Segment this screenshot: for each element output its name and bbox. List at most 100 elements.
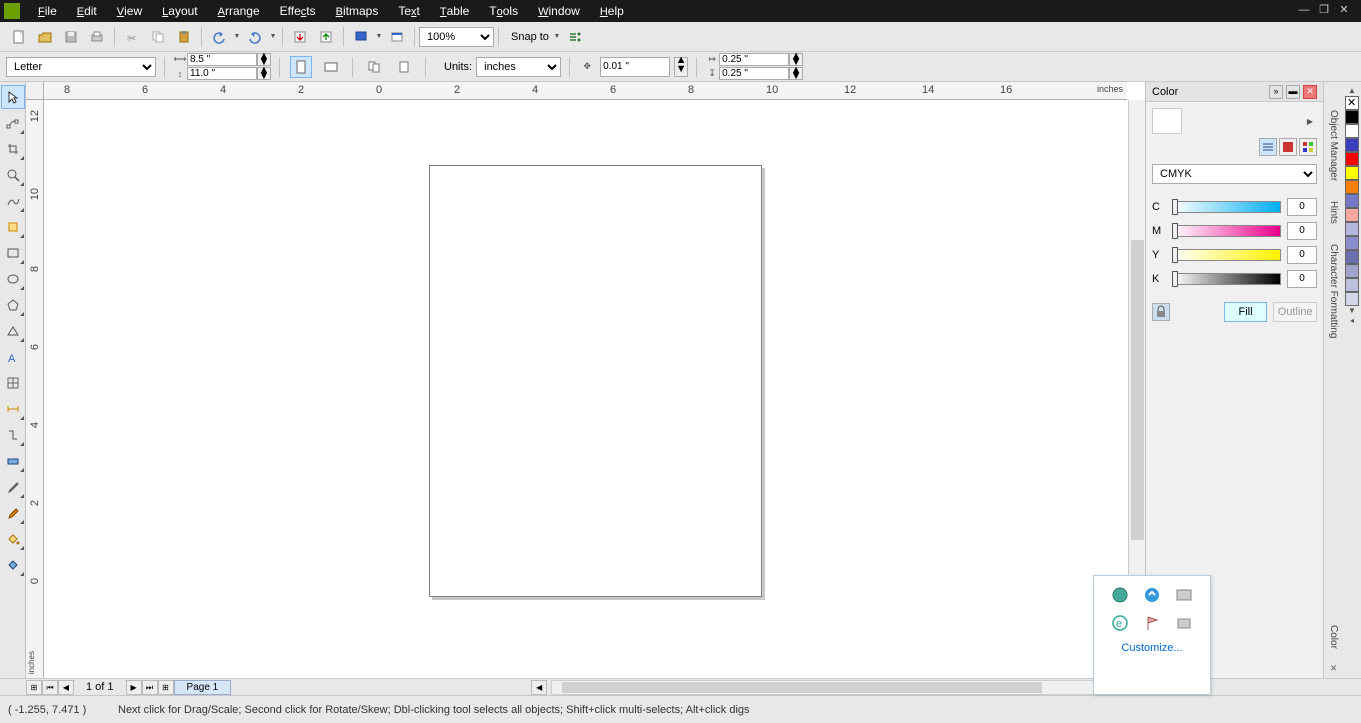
palette-swatch[interactable]	[1345, 250, 1359, 264]
smart-fill-tool-icon[interactable]	[1, 215, 25, 239]
save-icon[interactable]	[60, 26, 82, 48]
interactive-tool-icon[interactable]	[1, 449, 25, 473]
slider-thumb[interactable]	[1172, 247, 1178, 263]
page-width-input[interactable]	[187, 53, 257, 66]
palette-scroll-up-icon[interactable]: ▲	[1345, 86, 1359, 96]
slider-track-m[interactable]	[1172, 225, 1281, 237]
hscroll-left-icon[interactable]: ◀	[531, 680, 547, 695]
redo-dropdown-icon[interactable]: ▼	[268, 33, 278, 40]
nudge-input[interactable]	[600, 57, 670, 77]
tray-gallery-icon[interactable]	[1175, 586, 1193, 604]
polygon-tool-icon[interactable]	[1, 293, 25, 317]
app-launcher-dropdown-icon[interactable]: ▼	[374, 33, 384, 40]
vertical-ruler[interactable]: inches 121086420	[26, 100, 44, 678]
ellipse-tool-icon[interactable]	[1, 267, 25, 291]
redo-icon[interactable]	[244, 26, 266, 48]
palette-flyout-icon[interactable]: ◂	[1345, 316, 1359, 326]
restore-icon[interactable]: ❐	[1317, 4, 1331, 18]
color-model-select[interactable]: CMYK	[1152, 164, 1317, 184]
menu-arrange[interactable]: Arrange	[208, 4, 270, 18]
tray-account-icon[interactable]: e	[1111, 614, 1129, 632]
page-tab-1[interactable]: Page 1	[174, 680, 232, 695]
vscroll-thumb[interactable]	[1131, 240, 1144, 540]
no-color-swatch[interactable]	[1345, 96, 1359, 110]
pick-tool-icon[interactable]	[1, 85, 25, 109]
palette-flyout-icon[interactable]: ▶	[1307, 117, 1313, 126]
palette-swatch[interactable]	[1345, 236, 1359, 250]
menu-text[interactable]: Text	[388, 4, 430, 18]
freehand-tool-icon[interactable]	[1, 189, 25, 213]
new-icon[interactable]	[8, 26, 30, 48]
shape-tool-icon[interactable]	[1, 111, 25, 135]
drawing-area[interactable]: inches 86420246810121416 inches 12108642…	[26, 82, 1145, 678]
palette-swatch[interactable]	[1345, 152, 1359, 166]
paper-size-select[interactable]: Letter	[6, 57, 156, 77]
menu-layout[interactable]: Layout	[152, 4, 207, 18]
export-icon[interactable]	[315, 26, 337, 48]
rectangle-tool-icon[interactable]	[1, 241, 25, 265]
nudge-spinner[interactable]: ▲▼	[674, 57, 688, 77]
dimension-tool-icon[interactable]	[1, 397, 25, 421]
close-icon[interactable]: ✕	[1337, 4, 1351, 18]
import-icon[interactable]	[289, 26, 311, 48]
table-tool-icon[interactable]	[1, 371, 25, 395]
current-color-swatch[interactable]	[1152, 108, 1182, 134]
snap-dropdown-icon[interactable]: ▼	[552, 33, 562, 40]
palette-scroll-down-icon[interactable]: ▼	[1345, 306, 1359, 316]
slider-value-m[interactable]: 0	[1287, 222, 1317, 240]
zoom-tool-icon[interactable]	[1, 163, 25, 187]
palette-swatch[interactable]	[1345, 110, 1359, 124]
horizontal-scrollbar[interactable]	[551, 680, 1125, 695]
slider-value-c[interactable]: 0	[1287, 198, 1317, 216]
height-spinner[interactable]: ▲▼	[257, 67, 271, 80]
menu-help[interactable]: Help	[590, 4, 634, 18]
basic-shapes-tool-icon[interactable]	[1, 319, 25, 343]
hscroll-thumb[interactable]	[562, 682, 1042, 693]
horizontal-ruler[interactable]: inches 86420246810121416	[44, 82, 1127, 100]
units-select[interactable]: inches	[476, 57, 561, 77]
docker-collapse-icon[interactable]: »	[1269, 85, 1283, 99]
tray-customize-link[interactable]: Customize...	[1104, 642, 1200, 654]
cut-icon[interactable]: ✂	[121, 26, 143, 48]
outline-tool-icon[interactable]	[1, 501, 25, 525]
menu-edit[interactable]: Edit	[67, 4, 107, 18]
slider-track-y[interactable]	[1172, 249, 1281, 261]
open-icon[interactable]	[34, 26, 56, 48]
last-page-icon[interactable]: ⏭	[142, 680, 158, 695]
docker-tab-hints[interactable]: Hints	[1328, 197, 1339, 228]
menu-tools[interactable]: Tools	[479, 4, 528, 18]
add-page-end-icon[interactable]: ⊞	[158, 680, 174, 695]
dup-y-input[interactable]	[719, 67, 789, 80]
menu-table[interactable]: Table	[430, 4, 479, 18]
interactive-fill-tool-icon[interactable]	[1, 553, 25, 577]
all-pages-icon[interactable]	[363, 56, 385, 78]
copy-icon[interactable]	[147, 26, 169, 48]
portrait-icon[interactable]	[290, 56, 312, 78]
tray-web-icon[interactable]	[1111, 586, 1129, 604]
slider-value-y[interactable]: 0	[1287, 246, 1317, 264]
palette-close-icon[interactable]: ✕	[1330, 663, 1338, 674]
welcome-icon[interactable]	[386, 26, 408, 48]
palette-swatch[interactable]	[1345, 278, 1359, 292]
palette-swatch[interactable]	[1345, 166, 1359, 180]
menu-view[interactable]: View	[107, 4, 152, 18]
sliders-view-icon[interactable]	[1259, 138, 1277, 156]
outline-button[interactable]: Outline	[1273, 302, 1317, 322]
dup-y-spinner[interactable]: ▲▼	[789, 67, 803, 80]
menu-file[interactable]: File	[28, 4, 67, 18]
tray-tips-icon[interactable]	[1175, 614, 1193, 632]
tray-flag-icon[interactable]	[1143, 614, 1161, 632]
docker-tab-character[interactable]: Character Formatting	[1328, 240, 1339, 342]
app-launcher-icon[interactable]	[350, 26, 372, 48]
palette-swatch[interactable]	[1345, 208, 1359, 222]
slider-track-c[interactable]	[1172, 201, 1281, 213]
palette-swatch[interactable]	[1345, 194, 1359, 208]
menu-window[interactable]: Window	[528, 4, 590, 18]
drawing-page[interactable]	[429, 165, 762, 597]
palettes-view-icon[interactable]	[1299, 138, 1317, 156]
palette-swatch[interactable]	[1345, 264, 1359, 278]
menu-bitmaps[interactable]: Bitmaps	[326, 4, 389, 18]
dup-x-input[interactable]	[719, 53, 789, 66]
menu-effects[interactable]: Effects	[270, 4, 326, 18]
paste-icon[interactable]	[173, 26, 195, 48]
